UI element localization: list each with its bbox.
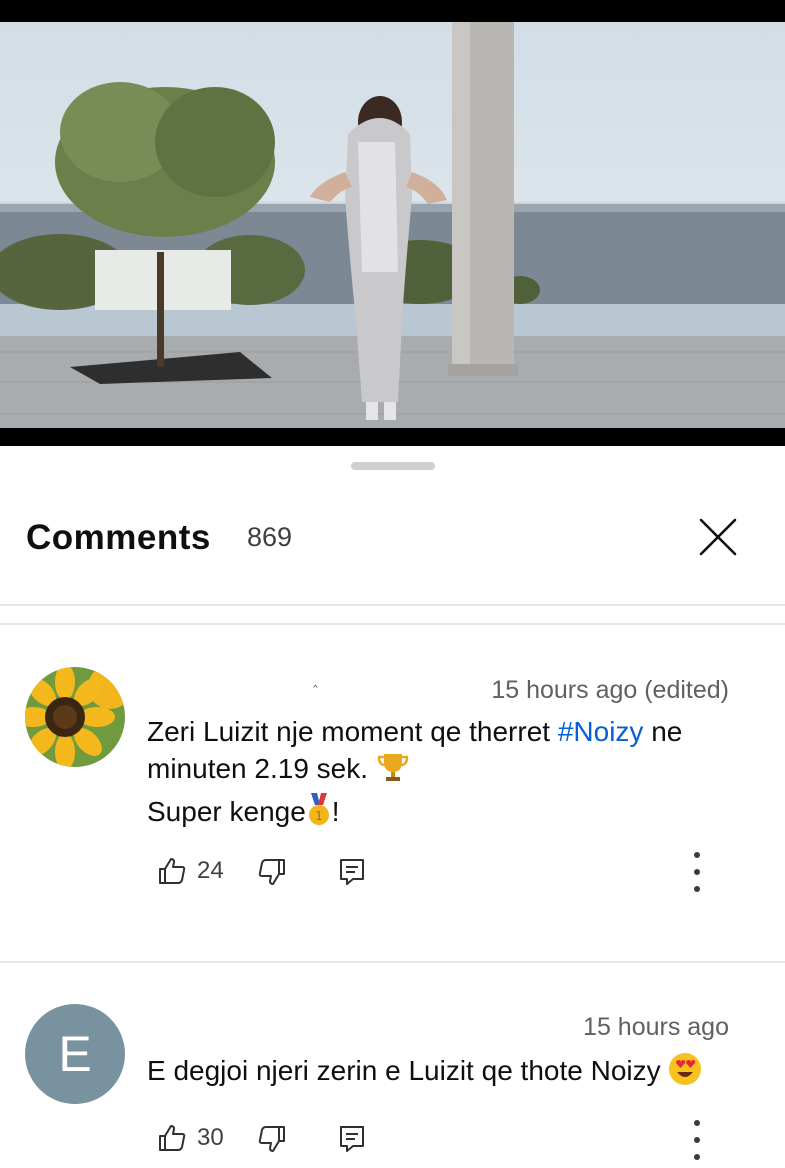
thumbs-down-icon — [258, 859, 285, 885]
close-button[interactable] — [693, 512, 743, 562]
hashtag-link[interactable]: #Noizy — [558, 716, 644, 747]
comment-timestamp: 15 hours ago (edited) — [491, 676, 729, 704]
header-divider — [0, 604, 785, 606]
comment-timestamp: 15 hours ago — [583, 1013, 729, 1041]
more-options-icon[interactable] — [688, 852, 706, 892]
heart-eyes-icon — [668, 1052, 702, 1095]
video-player[interactable] — [0, 0, 785, 446]
thumbs-up-icon — [159, 858, 186, 884]
video-thumbnail-scene — [0, 22, 785, 428]
like-button[interactable]: 24 — [157, 856, 224, 886]
thumbs-up-icon — [159, 1125, 186, 1151]
video-frame[interactable] — [0, 22, 785, 428]
comments-title: Comments — [26, 518, 211, 557]
comment-divider — [0, 961, 785, 963]
like-count: 24 — [197, 857, 224, 884]
caret-mark: ‸ — [313, 672, 318, 688]
comment-text-part: E degjoi njeri zerin e Luizit qe thote N… — [147, 1055, 669, 1086]
dislike-button[interactable] — [257, 1124, 287, 1154]
like-button[interactable]: 30 — [157, 1123, 224, 1153]
close-icon — [699, 518, 737, 556]
header-divider-secondary — [0, 623, 785, 625]
reply-button[interactable] — [337, 1124, 367, 1154]
comment-text: Zeri Luizit nje moment qe therret #Noizy… — [147, 714, 747, 836]
gold-medal-icon: 1 — [306, 793, 332, 836]
trophy-icon — [376, 750, 410, 793]
like-count: 30 — [197, 1124, 224, 1151]
comment-text-part: ! — [331, 796, 340, 827]
sunflower-icon — [25, 667, 125, 767]
sunflower-avatar[interactable] — [25, 667, 125, 767]
svg-text:1: 1 — [315, 809, 323, 823]
comment-text-part: Super kenge — [147, 796, 306, 827]
more-options-icon[interactable] — [688, 1120, 706, 1160]
drag-handle[interactable] — [351, 462, 435, 470]
user-avatar[interactable]: E — [25, 1004, 125, 1104]
comment-text-part: Zeri Luizit nje moment qe therret — [147, 716, 558, 747]
reply-icon — [340, 859, 364, 885]
comments-count: 869 — [247, 522, 293, 552]
reply-icon — [340, 1126, 364, 1152]
comment-text-part: minuten 2.19 sek. — [147, 753, 376, 784]
comment-text-part: ne — [643, 716, 683, 747]
thumbs-down-icon — [258, 1126, 285, 1152]
comment-text: E degjoi njeri zerin e Luizit qe thote N… — [147, 1052, 747, 1095]
reply-button[interactable] — [337, 857, 367, 887]
dislike-button[interactable] — [257, 857, 287, 887]
